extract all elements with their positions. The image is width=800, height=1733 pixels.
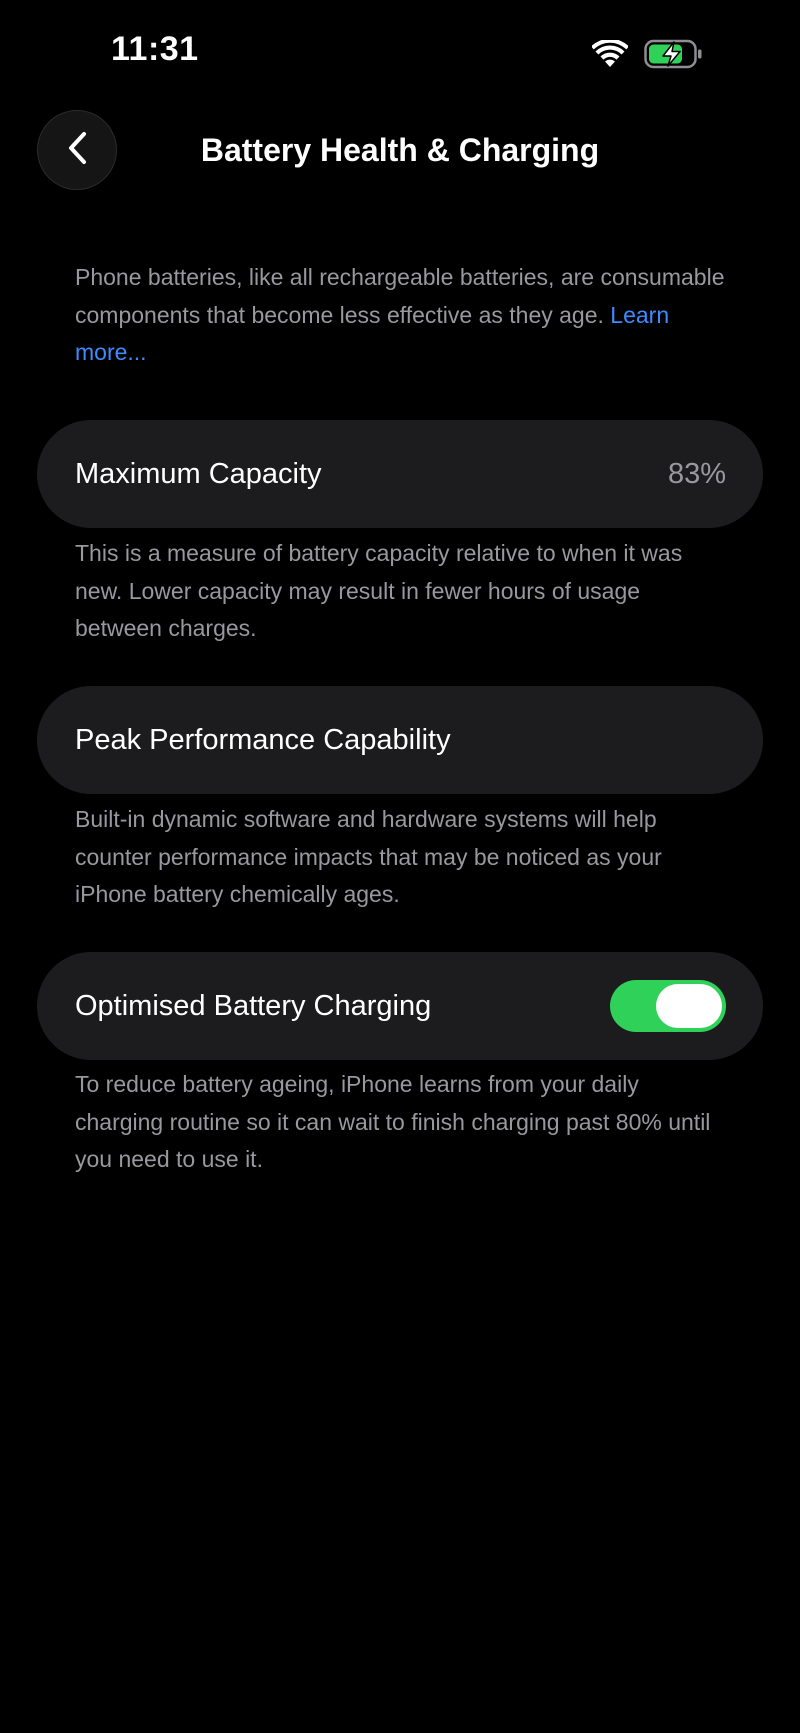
intro-text: Phone batteries, like all rechargeable b…: [75, 259, 725, 372]
status-icons: [592, 38, 704, 70]
maximum-capacity-footer: This is a measure of battery capacity re…: [75, 540, 683, 641]
maximum-capacity-label: Maximum Capacity: [75, 457, 322, 490]
maximum-capacity-value: 83%: [667, 457, 726, 490]
optimised-charging-row: Optimised Battery Charging: [37, 952, 763, 1060]
toggle-knob: [656, 984, 722, 1028]
wifi-icon: [592, 40, 628, 68]
optimised-charging-footer: To reduce battery ageing, iPhone learns …: [75, 1071, 711, 1172]
peak-performance-row[interactable]: Peak Performance Capability: [37, 686, 763, 794]
maximum-capacity-row[interactable]: Maximum Capacity 83%: [37, 420, 763, 528]
status-time: 11:31: [111, 30, 199, 68]
page-title: Battery Health & Charging: [200, 132, 600, 168]
peak-performance-label: Peak Performance Capability: [75, 723, 451, 756]
battery-charging-icon: [644, 39, 704, 69]
optimised-charging-toggle[interactable]: [610, 980, 726, 1032]
optimised-charging-label: Optimised Battery Charging: [75, 989, 432, 1022]
peak-performance-footer: Built-in dynamic software and hardware s…: [75, 806, 662, 907]
